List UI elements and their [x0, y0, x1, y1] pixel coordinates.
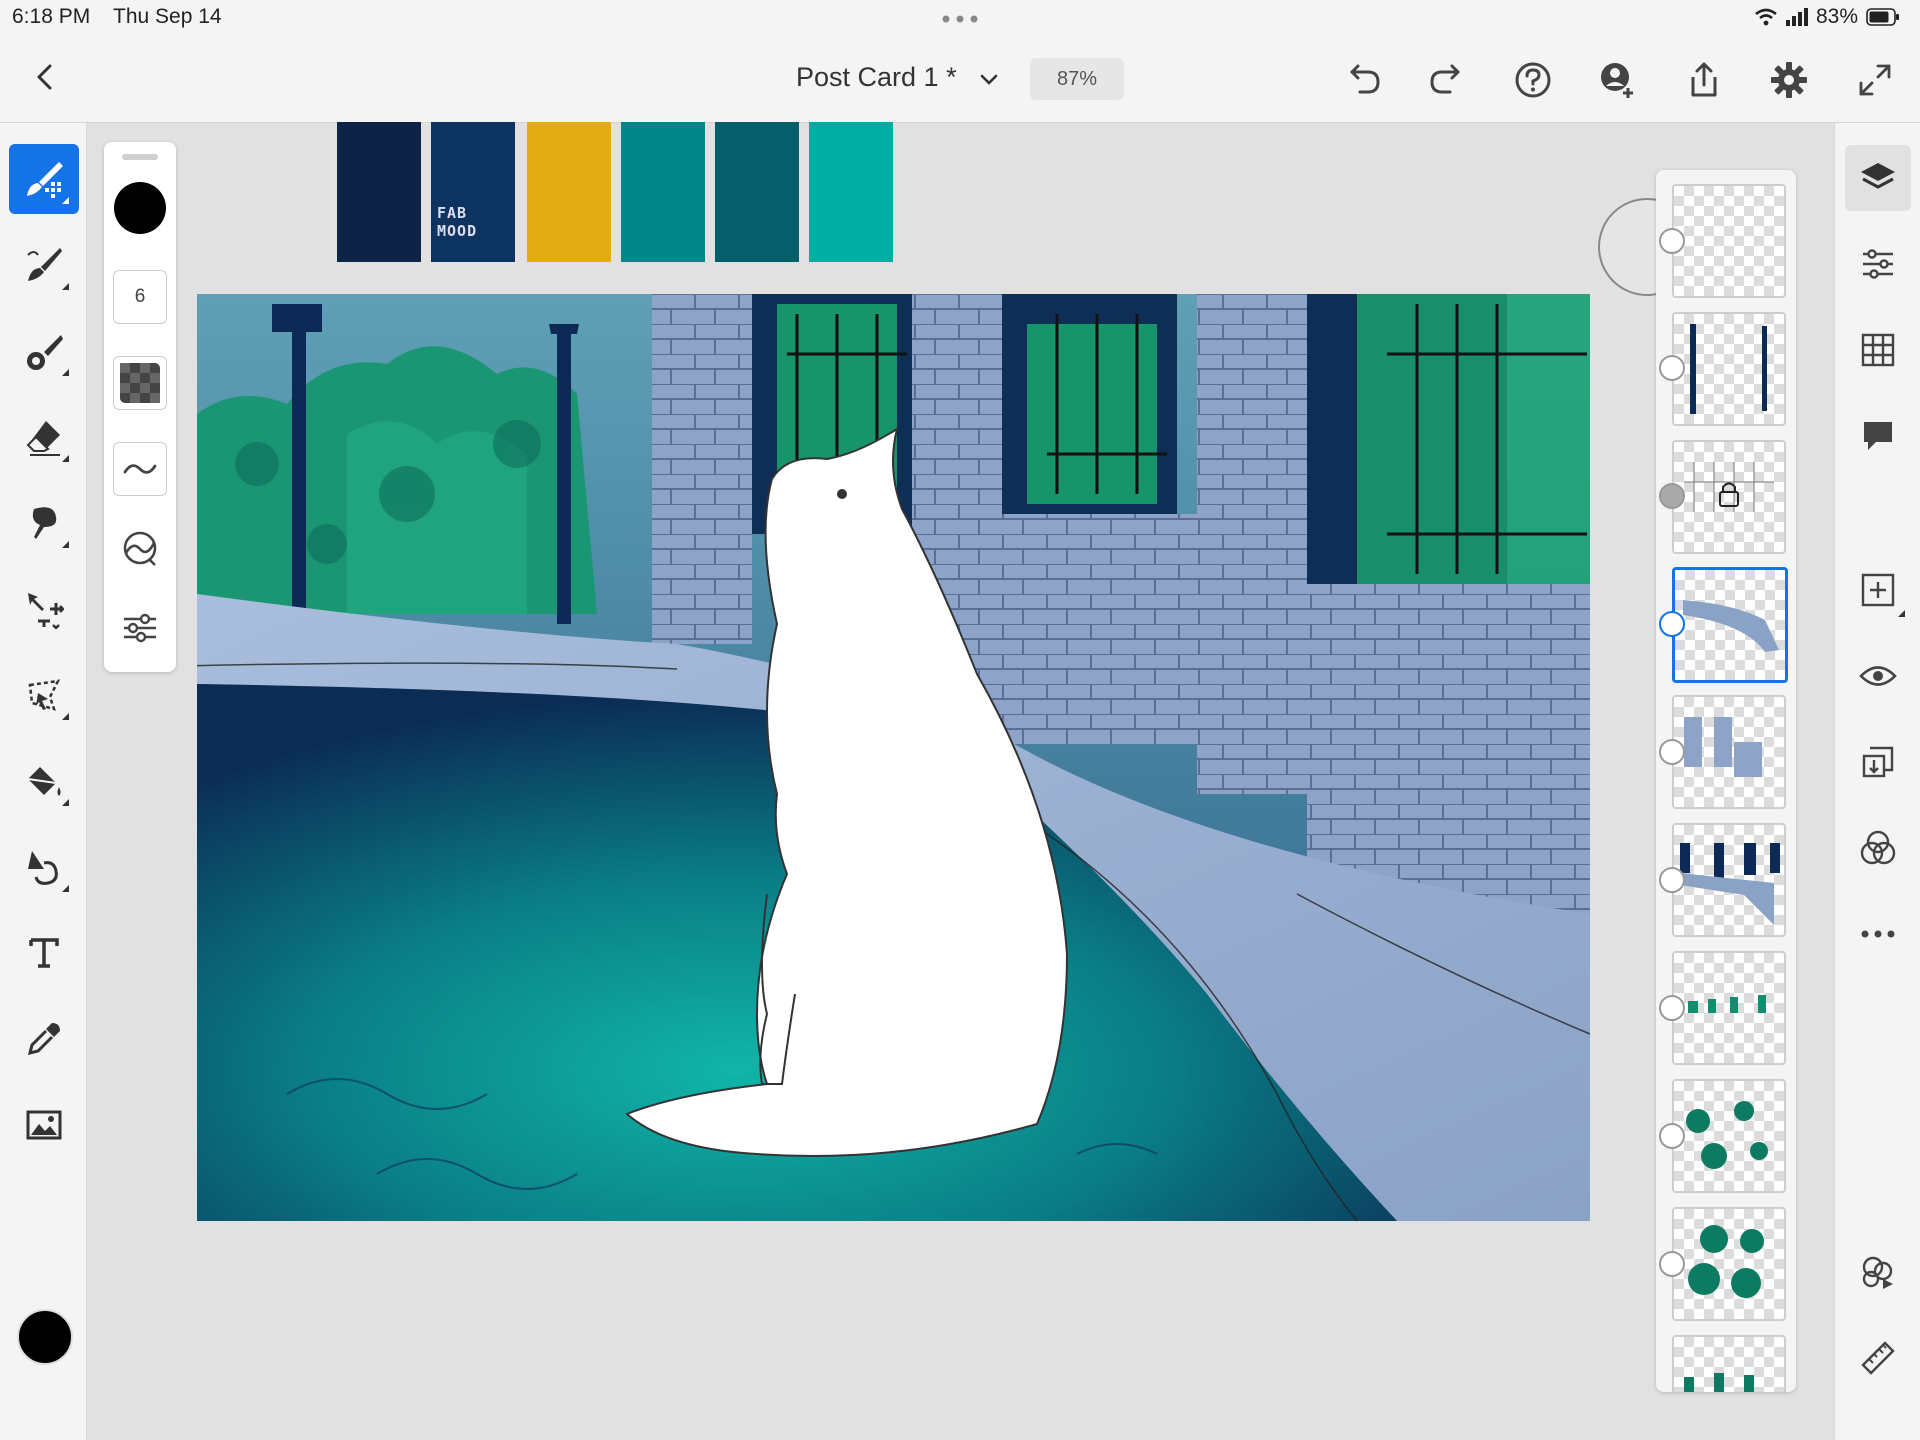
layer-handle[interactable] — [1659, 1251, 1685, 1277]
brush-opacity-control[interactable] — [113, 356, 167, 410]
grid-icon[interactable] — [1845, 317, 1911, 383]
redo-icon[interactable] — [1426, 58, 1470, 102]
brush-size-input[interactable]: 6 — [113, 270, 167, 324]
pixel-brush-icon — [27, 162, 63, 198]
checker-opacity-icon — [120, 363, 160, 403]
image-tool[interactable] — [9, 1090, 79, 1160]
blend-mode-icon[interactable] — [1845, 815, 1911, 881]
settings-icon[interactable] — [1767, 58, 1811, 102]
more-icon[interactable] — [1845, 901, 1911, 967]
add-layer-icon[interactable] — [1845, 557, 1911, 623]
palette-swatch-5[interactable] — [715, 122, 799, 262]
swatch-label: FAB MOOD — [437, 204, 478, 240]
layer-thumbnail[interactable] — [1672, 1335, 1786, 1392]
layer-handle-selected[interactable] — [1659, 611, 1685, 637]
status-date: Thu Sep 14 — [113, 5, 222, 28]
transform-icon — [28, 593, 64, 629]
text-icon — [29, 938, 59, 968]
pixel-brush-tool[interactable] — [9, 144, 79, 214]
top-toolbar: Post Card 1 * 87% — [0, 38, 1920, 123]
zoom-level[interactable]: 87% — [1030, 58, 1124, 100]
layer-image-handle[interactable] — [1659, 228, 1685, 254]
palette-swatch-2[interactable]: FAB MOOD — [431, 122, 515, 262]
fill-icon — [27, 767, 61, 796]
battery-icon — [1866, 8, 1899, 26]
lasso-tool[interactable] — [9, 660, 79, 730]
wave-icon — [123, 464, 157, 474]
image-icon — [26, 1110, 62, 1140]
artwork-canvas[interactable] — [197, 294, 1590, 1221]
live-brush-tool[interactable] — [9, 230, 79, 300]
layer-handle[interactable] — [1659, 739, 1685, 765]
current-color-swatch[interactable] — [17, 1309, 73, 1365]
layers-icon[interactable] — [1845, 145, 1911, 211]
liquify-icon — [28, 851, 58, 885]
visibility-icon[interactable] — [1845, 643, 1911, 709]
right-toolbar — [1834, 123, 1920, 1440]
layer-properties-icon[interactable] — [1845, 231, 1911, 297]
back-icon[interactable] — [28, 60, 62, 94]
eyedropper-icon — [27, 1023, 60, 1056]
livestream-icon[interactable] — [1845, 1239, 1911, 1305]
status-time: 6:18 PM — [12, 5, 91, 28]
palette-swatch-6[interactable] — [809, 122, 893, 262]
layer-thumbnail[interactable] — [1672, 312, 1786, 426]
layer-thumbnail[interactable] — [1672, 1079, 1786, 1193]
panel-grabber[interactable] — [122, 154, 158, 160]
layer-thumbnail-selected[interactable] — [1672, 567, 1788, 683]
eraser-tool[interactable] — [9, 402, 79, 472]
brush-preview[interactable] — [114, 182, 166, 234]
layer-thumbnail[interactable] — [1672, 184, 1786, 298]
comments-icon[interactable] — [1845, 403, 1911, 469]
smudge-icon — [32, 507, 57, 539]
layer-handle[interactable] — [1659, 1123, 1685, 1149]
pressure-icon[interactable] — [118, 526, 162, 570]
status-bar: 6:18 PM Thu Sep 14 83% — [0, 0, 1920, 38]
eyedropper-tool[interactable] — [9, 1004, 79, 1074]
share-icon[interactable] — [1682, 58, 1726, 102]
signal-icon — [1785, 8, 1808, 26]
brush-settings-panel: 6 — [104, 142, 176, 672]
eraser-icon — [26, 421, 60, 456]
battery-percent: 83% — [1815, 5, 1858, 28]
layer-handle[interactable] — [1659, 483, 1685, 509]
palette-swatch-4[interactable] — [621, 122, 705, 262]
multitask-dots-icon[interactable] — [940, 14, 980, 24]
palette-swatch-3[interactable] — [527, 122, 611, 262]
merge-down-icon[interactable] — [1845, 729, 1911, 795]
layer-handle[interactable] — [1659, 355, 1685, 381]
vector-brush-icon — [27, 335, 63, 370]
vector-brush-tool[interactable] — [9, 316, 79, 386]
wifi-icon — [1755, 8, 1777, 26]
layer-thumbnail[interactable] — [1672, 440, 1786, 554]
liquify-tool[interactable] — [9, 832, 79, 902]
ruler-icon[interactable] — [1845, 1325, 1911, 1391]
text-tool[interactable] — [9, 918, 79, 988]
invite-icon[interactable] — [1596, 58, 1640, 102]
layer-thumbnail[interactable] — [1672, 1207, 1786, 1321]
brush-settings-icon[interactable] — [118, 606, 162, 650]
brush-smoothing-control[interactable] — [113, 442, 167, 496]
fullscreen-icon[interactable] — [1853, 58, 1897, 102]
transform-tool[interactable] — [9, 574, 79, 644]
help-icon[interactable] — [1511, 58, 1555, 102]
status-indicators: 83% — [1754, 5, 1900, 29]
live-brush-icon — [27, 248, 62, 281]
smudge-tool[interactable] — [9, 488, 79, 558]
layers-panel — [1656, 170, 1796, 1392]
left-toolbar — [0, 123, 87, 1440]
layer-thumbnail[interactable] — [1672, 823, 1786, 937]
palette-swatch-1[interactable] — [337, 122, 421, 262]
chevron-down-icon[interactable] — [978, 68, 1000, 90]
layer-thumbnail[interactable] — [1672, 951, 1786, 1065]
layer-handle[interactable] — [1659, 867, 1685, 893]
document-title[interactable]: Post Card 1 * — [796, 62, 957, 93]
layer-handle[interactable] — [1659, 995, 1685, 1021]
layer-thumbnail[interactable] — [1672, 695, 1786, 809]
lasso-icon — [28, 679, 61, 711]
fill-tool[interactable] — [9, 746, 79, 816]
undo-icon[interactable] — [1340, 58, 1384, 102]
